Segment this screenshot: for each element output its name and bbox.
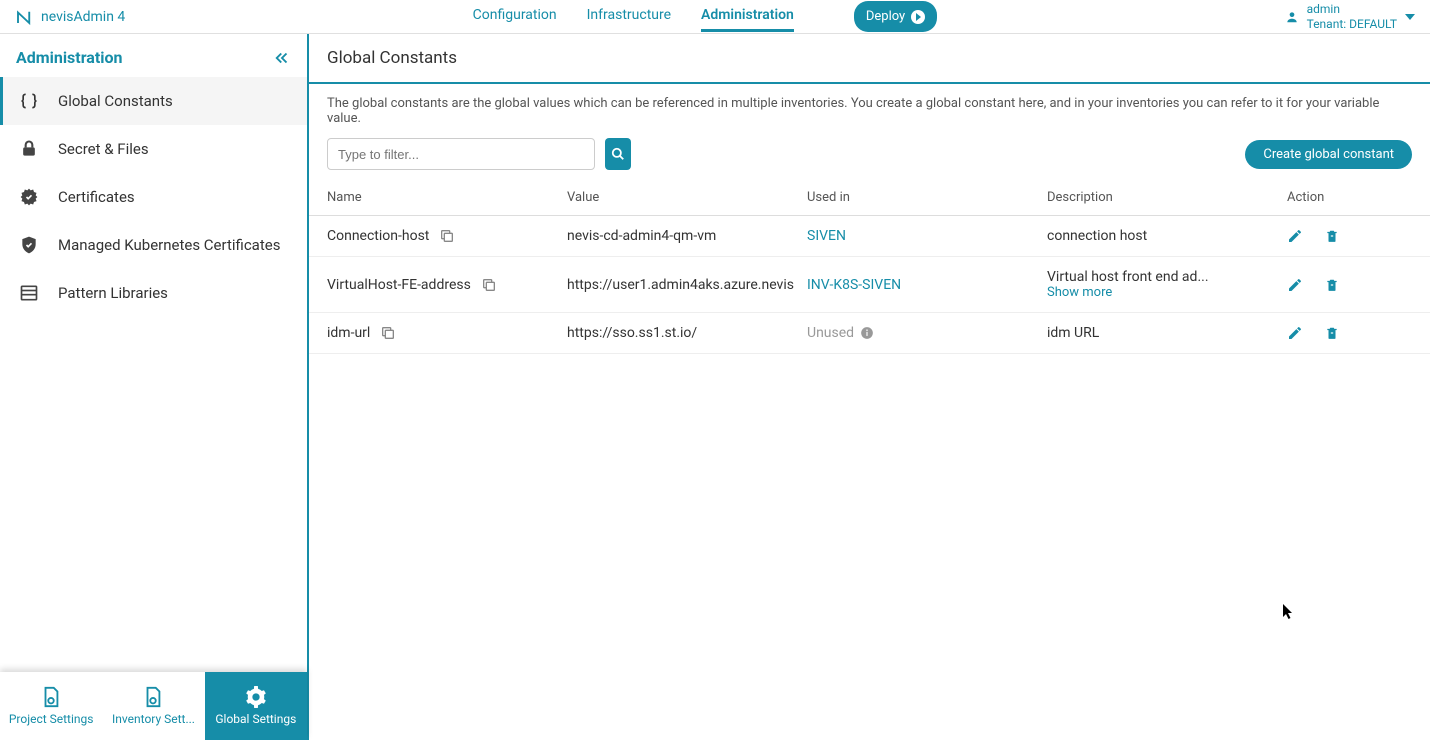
- sidebar-title: Administration: [16, 48, 123, 67]
- col-header-used: Used in: [807, 190, 1047, 205]
- braces-icon: [18, 91, 40, 111]
- deploy-button[interactable]: Deploy: [854, 1, 937, 32]
- brand-label: nevisAdmin 4: [41, 9, 125, 25]
- collapse-icon[interactable]: [273, 49, 291, 67]
- row-name: Connection-host: [327, 228, 429, 244]
- col-header-desc: Description: [1047, 190, 1287, 205]
- sidebar-item-certificates[interactable]: Certificates: [0, 173, 307, 221]
- edit-icon[interactable]: [1287, 277, 1303, 293]
- table-row: Connection-host nevis-cd-admin4-qm-vm SI…: [309, 216, 1430, 257]
- edit-icon[interactable]: [1287, 325, 1303, 341]
- tab-global-settings[interactable]: Global Settings: [205, 672, 307, 740]
- row-name: VirtualHost-FE-address: [327, 277, 471, 293]
- copy-icon[interactable]: [439, 228, 455, 244]
- table-row: idm-url https://sso.ss1.st.io/ Unused id…: [309, 313, 1430, 354]
- tab-label: Project Settings: [9, 712, 94, 726]
- sidebar-item-label: Secret & Files: [58, 140, 149, 158]
- row-description: Virtual host front end ad...: [1047, 269, 1209, 285]
- tab-inventory-settings[interactable]: Inventory Sett...: [102, 672, 204, 740]
- library-icon: [18, 283, 40, 303]
- col-header-value: Value: [567, 190, 807, 205]
- filter-row: Create global constant: [309, 138, 1430, 180]
- nav-administration[interactable]: Administration: [701, 1, 794, 32]
- shield-check-icon: [18, 235, 40, 255]
- file-gear-icon: [142, 686, 164, 708]
- row-value: nevis-cd-admin4-qm-vm: [567, 228, 807, 244]
- user-icon: [1285, 10, 1299, 24]
- bottom-tabs: Project Settings Inventory Sett... Globa…: [0, 672, 307, 740]
- delete-icon[interactable]: [1325, 325, 1339, 341]
- col-header-name: Name: [327, 190, 567, 205]
- copy-icon[interactable]: [481, 277, 497, 293]
- edit-icon[interactable]: [1287, 228, 1303, 244]
- sidebar-item-label: Pattern Libraries: [58, 284, 168, 302]
- play-icon: [911, 10, 925, 24]
- constants-table: Name Value Used in Description Action Co…: [309, 180, 1430, 354]
- used-in-link[interactable]: INV-K8S-SIVEN: [807, 277, 901, 293]
- nav-infrastructure[interactable]: Infrastructure: [587, 1, 671, 32]
- brand-icon: [15, 8, 33, 26]
- row-value: https://sso.ss1.st.io/: [567, 325, 807, 341]
- delete-icon[interactable]: [1325, 228, 1339, 244]
- page-title: Global Constants: [309, 34, 1430, 84]
- search-icon: [611, 147, 625, 161]
- user-info: admin Tenant: DEFAULT: [1307, 2, 1397, 31]
- used-in-unused: Unused: [807, 325, 1047, 341]
- info-icon[interactable]: [860, 326, 874, 340]
- user-tenant: Tenant: DEFAULT: [1307, 17, 1397, 31]
- top-header: nevisAdmin 4 Configuration Infrastructur…: [0, 0, 1430, 34]
- row-description: connection host: [1047, 228, 1147, 244]
- chevron-down-icon: [1405, 14, 1415, 20]
- tab-label: Inventory Sett...: [112, 712, 195, 726]
- search-button[interactable]: [605, 138, 631, 170]
- delete-icon[interactable]: [1325, 277, 1339, 293]
- page-description: The global constants are the global valu…: [309, 84, 1430, 138]
- tab-label: Global Settings: [215, 712, 296, 726]
- copy-icon[interactable]: [380, 325, 396, 341]
- file-gear-icon: [40, 686, 62, 708]
- table-header: Name Value Used in Description Action: [309, 180, 1430, 216]
- sidebar-item-global-constants[interactable]: Global Constants: [0, 77, 307, 125]
- sidebar-item-pattern-libraries[interactable]: Pattern Libraries: [0, 269, 307, 317]
- row-description: idm URL: [1047, 325, 1099, 341]
- table-row: VirtualHost-FE-address https://user1.adm…: [309, 257, 1430, 313]
- brand[interactable]: nevisAdmin 4: [15, 8, 125, 26]
- tab-project-settings[interactable]: Project Settings: [0, 672, 102, 740]
- sidebar-nav: Global Constants Secret & Files Certific…: [0, 77, 307, 672]
- show-more-link[interactable]: Show more: [1047, 285, 1287, 300]
- col-header-action: Action: [1287, 190, 1412, 205]
- gear-icon: [245, 686, 267, 708]
- sidebar: Administration Global Constants Secret &…: [0, 34, 309, 740]
- used-in-link[interactable]: SIVEN: [807, 228, 846, 244]
- sidebar-item-managed-k8s-certs[interactable]: Managed Kubernetes Certificates: [0, 221, 307, 269]
- sidebar-item-label: Certificates: [58, 188, 135, 206]
- user-name: admin: [1307, 2, 1397, 16]
- user-menu[interactable]: admin Tenant: DEFAULT: [1285, 2, 1415, 31]
- deploy-label: Deploy: [866, 9, 905, 24]
- nav-configuration[interactable]: Configuration: [473, 1, 557, 32]
- row-name: idm-url: [327, 325, 370, 341]
- row-value: https://user1.admin4aks.azure.nevis: [567, 277, 807, 293]
- main-content: Global Constants The global constants ar…: [309, 34, 1430, 740]
- filter-input[interactable]: [327, 138, 595, 170]
- top-nav: Configuration Infrastructure Administrat…: [125, 1, 1284, 32]
- sidebar-header: Administration: [0, 34, 307, 77]
- lock-icon: [18, 139, 40, 159]
- sidebar-item-secret-files[interactable]: Secret & Files: [0, 125, 307, 173]
- sidebar-item-label: Managed Kubernetes Certificates: [58, 236, 280, 254]
- create-global-constant-button[interactable]: Create global constant: [1245, 140, 1412, 169]
- certificate-icon: [18, 187, 40, 207]
- sidebar-item-label: Global Constants: [58, 92, 173, 110]
